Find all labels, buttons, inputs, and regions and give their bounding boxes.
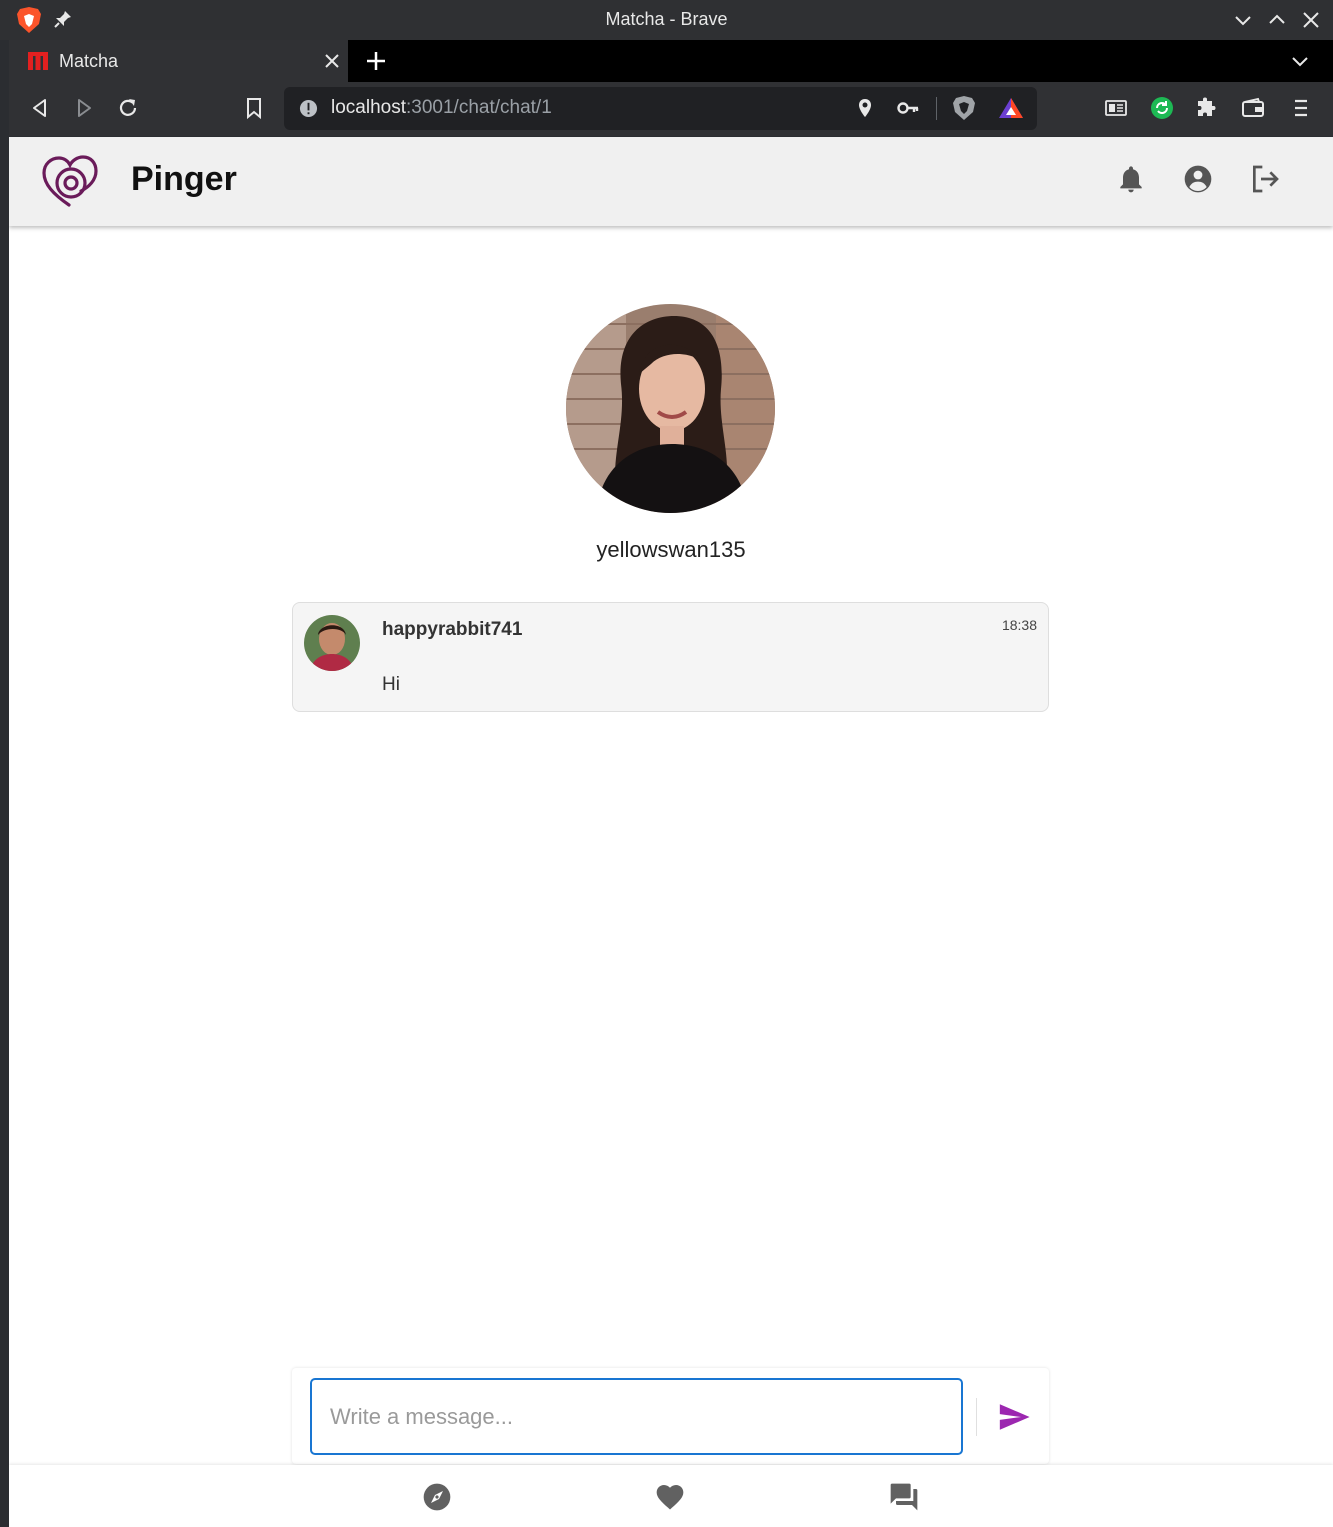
forward-icon[interactable] xyxy=(72,96,96,120)
forum-icon[interactable] xyxy=(888,1481,920,1513)
partner-photo xyxy=(566,304,775,513)
menu-icon[interactable] xyxy=(1289,96,1313,120)
web-page: Pinger yellowswan135 happyrabbit741 18:3… xyxy=(9,137,1333,1527)
close-window-icon[interactable] xyxy=(1301,10,1321,30)
omnibox-divider xyxy=(936,97,937,120)
author-photo xyxy=(304,615,360,671)
info-icon[interactable] xyxy=(299,99,318,118)
window-titlebar: Matcha - Brave xyxy=(0,0,1333,40)
brave-shields-icon[interactable] xyxy=(952,95,976,121)
message-time: 18:38 xyxy=(1001,617,1037,633)
maximize-icon[interactable] xyxy=(1267,10,1287,30)
heart-icon[interactable] xyxy=(654,1481,686,1513)
bottom-navigation xyxy=(9,1465,1333,1527)
url-text: localhost:3001/chat/chat/1 xyxy=(331,97,552,119)
window-title: Matcha - Brave xyxy=(605,9,728,29)
pinger-logo-icon[interactable] xyxy=(41,154,99,208)
send-icon[interactable] xyxy=(997,1400,1031,1434)
logout-icon[interactable] xyxy=(1249,163,1281,195)
account-circle-icon[interactable] xyxy=(1182,163,1214,195)
close-tab-icon[interactable] xyxy=(323,52,341,70)
app-brand: Pinger xyxy=(131,160,237,198)
new-tab-icon[interactable] xyxy=(364,49,388,73)
reload-icon[interactable] xyxy=(116,96,140,120)
message-input[interactable] xyxy=(310,1378,963,1455)
tab-title: Matcha xyxy=(59,51,119,71)
tab-matcha[interactable]: Matcha xyxy=(9,40,348,82)
brave-rewards-icon[interactable] xyxy=(997,96,1025,120)
chat-partner-avatar[interactable] xyxy=(566,304,775,513)
message-author[interactable]: happyrabbit741 xyxy=(382,619,522,641)
url-host: localhost xyxy=(331,97,406,118)
message-author-avatar[interactable] xyxy=(304,615,360,671)
message-composer xyxy=(292,1368,1049,1464)
wallet-icon[interactable] xyxy=(1241,96,1265,120)
matcha-favicon-icon xyxy=(28,52,48,70)
puzzle-extensions-icon[interactable] xyxy=(1194,96,1218,120)
minimize-icon[interactable] xyxy=(1233,10,1253,30)
bookmark-icon[interactable] xyxy=(242,96,266,120)
composer-divider xyxy=(976,1398,977,1436)
key-icon[interactable] xyxy=(896,97,920,119)
app-header: Pinger xyxy=(9,137,1333,226)
reader-mode-icon[interactable] xyxy=(1104,96,1128,120)
compass-icon[interactable] xyxy=(421,1481,453,1513)
bell-icon[interactable] xyxy=(1115,163,1147,195)
sync-extension-icon[interactable] xyxy=(1150,96,1174,120)
chevron-down-icon[interactable] xyxy=(1290,51,1310,71)
back-icon[interactable] xyxy=(28,96,52,120)
address-bar[interactable]: localhost:3001/chat/chat/1 xyxy=(284,87,1037,130)
url-path: :3001/chat/chat/1 xyxy=(406,97,552,118)
location-pin-icon[interactable] xyxy=(854,97,876,119)
chat-partner-username: yellowswan135 xyxy=(596,537,746,562)
message-card: happyrabbit741 18:38 Hi xyxy=(292,602,1049,712)
message-text: Hi xyxy=(382,674,400,695)
